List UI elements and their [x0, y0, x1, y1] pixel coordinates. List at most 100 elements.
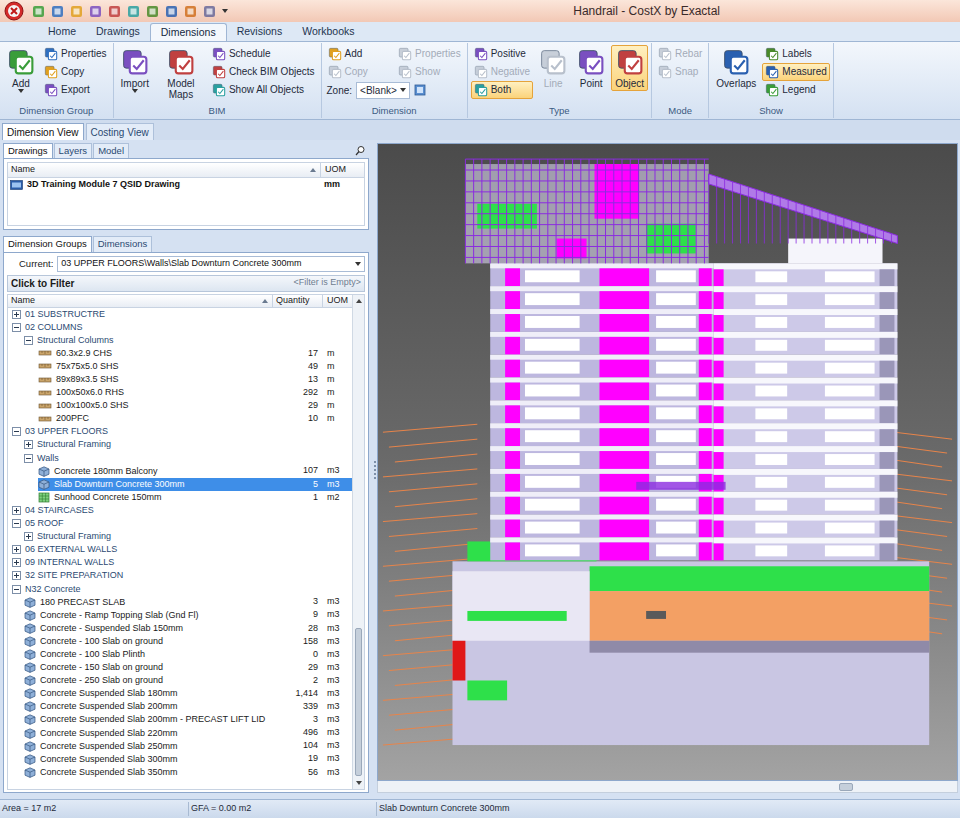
expand-icon[interactable] [12, 571, 21, 580]
expand-icon[interactable] [12, 506, 21, 515]
tree-item-row[interactable]: Concrete - 150 Slab on ground29m3 [8, 661, 352, 674]
tree-group-row[interactable]: 32 SITE PREPARATION [8, 569, 352, 582]
filter-bar[interactable]: Click to Filter<Filter is Empty> [7, 275, 365, 292]
collapse-icon[interactable] [24, 336, 33, 345]
ribbon-small-button[interactable]: Labels [762, 45, 829, 63]
tree-group-row[interactable]: 02 COLUMNS [8, 321, 352, 334]
collapse-icon[interactable] [12, 585, 21, 594]
panel-tab[interactable]: Model [93, 143, 129, 158]
ribbon-tab[interactable]: Home [38, 23, 86, 41]
viewport-hscrollbar[interactable] [377, 781, 958, 793]
tree-item-row[interactable]: 89x89x3.5 SHS13m [8, 373, 352, 386]
ribbon-small-button[interactable]: Legend [762, 81, 829, 99]
ribbon-small-button[interactable]: Show All Objects [209, 81, 318, 99]
expand-icon[interactable] [12, 558, 21, 567]
ribbon-small-button[interactable]: Show [395, 63, 464, 81]
tree-item-row[interactable]: Concrete Suspended Slab 180mm1,414m3 [8, 687, 352, 700]
app-logo-icon[interactable] [4, 1, 24, 21]
ribbon-small-button[interactable]: Copy [41, 63, 110, 81]
quick-access-icon[interactable] [51, 5, 64, 18]
ribbon-small-button[interactable]: Both [471, 81, 533, 99]
ribbon-small-button[interactable]: Schedule [209, 45, 318, 63]
ribbon-small-button[interactable]: Add [325, 45, 394, 63]
expand-icon[interactable] [24, 532, 33, 541]
current-group-dropdown[interactable]: 03 UPPER FLOORS\Walls\Slab Downturn Conc… [57, 256, 365, 272]
tree-group-row[interactable]: Structural Framing [8, 438, 352, 451]
ribbon-large-button[interactable]: Add [3, 45, 39, 95]
tree-item-row[interactable]: Concrete - 100 Slab Plinth0m3 [8, 648, 352, 661]
quick-access-icon[interactable] [146, 5, 159, 18]
quick-access-icon[interactable] [203, 5, 216, 18]
tree-item-row[interactable]: Slab Downturn Concrete 300mm5m3 [8, 478, 352, 491]
tree-item-row[interactable]: 100x100x5.0 SHS29m [8, 399, 352, 412]
tree-item-row[interactable]: Concrete Suspended Slab 300mm19m3 [8, 753, 352, 766]
ribbon-large-button[interactable]: Import [117, 45, 153, 95]
ribbon-large-button[interactable]: Overlaps [712, 45, 760, 91]
panel-tab[interactable]: Dimension Groups [3, 236, 92, 251]
drawing-row[interactable]: 3D Training Module 7 QSID Drawingmm [8, 178, 364, 192]
panel-tab[interactable]: Dimensions [93, 236, 153, 251]
tree-item-row[interactable]: Concrete - 250 Slab on ground2m3 [8, 674, 352, 687]
ribbon-small-button[interactable]: Export [41, 81, 110, 99]
tree-group-row[interactable]: Structural Columns [8, 334, 352, 347]
tree-item-row[interactable]: Sunhood Concrete 150mm1m2 [8, 491, 352, 504]
quick-access-icon[interactable] [70, 5, 83, 18]
tree-item-row[interactable]: Concrete Suspended Slab 350mm56m3 [8, 766, 352, 779]
hscroll-thumb[interactable] [839, 783, 853, 791]
quick-access-icon[interactable] [89, 5, 102, 18]
quick-access-icon[interactable] [127, 5, 140, 18]
tree-item-row[interactable]: Concrete Suspended Slab 250mm104m3 [8, 740, 352, 753]
tree-item-row[interactable]: Concrete - Ramp Topping Slab (Gnd Fl)9m3 [8, 609, 352, 622]
ribbon-small-button[interactable]: Snap [655, 63, 705, 81]
ribbon-tab[interactable]: Drawings [86, 23, 150, 41]
expand-icon[interactable] [12, 545, 21, 554]
tree-group-row[interactable]: 03 UPPER FLOORS [8, 425, 352, 438]
ribbon-small-button[interactable]: Copy [325, 63, 394, 81]
scroll-up-icon[interactable] [356, 299, 362, 303]
tree-item-row[interactable]: Concrete 180mm Balcony107m3 [8, 465, 352, 478]
view-tab[interactable]: Dimension View [2, 123, 84, 140]
ribbon-small-button[interactable]: Positive [471, 45, 533, 63]
collapse-icon[interactable] [24, 454, 33, 463]
tree-group-row[interactable]: Walls [8, 452, 352, 465]
quick-access-icon[interactable] [165, 5, 178, 18]
ribbon-large-button[interactable]: Point [573, 45, 609, 91]
ribbon-large-button[interactable]: Model Maps [155, 45, 207, 102]
ribbon-tab[interactable]: Dimensions [150, 23, 227, 41]
tree-item-row[interactable]: 200PFC10m [8, 412, 352, 425]
collapse-icon[interactable] [12, 323, 21, 332]
scroll-down-icon[interactable] [356, 781, 362, 785]
collapse-icon[interactable] [12, 427, 21, 436]
ribbon-tab[interactable]: Revisions [227, 23, 293, 41]
tree-group-row[interactable]: 09 INTERNAL WALLS [8, 556, 352, 569]
ribbon-small-button[interactable]: Measured [762, 63, 829, 81]
panel-tab[interactable]: Drawings [3, 143, 53, 158]
ribbon-tab[interactable]: Workbooks [292, 23, 364, 41]
quick-access-icon[interactable] [108, 5, 121, 18]
tree-group-row[interactable]: Structural Framing [8, 530, 352, 543]
tree-item-row[interactable]: Concrete Suspended Slab 200mm339m3 [8, 700, 352, 713]
expand-icon[interactable] [24, 440, 33, 449]
tree-group-row[interactable]: N32 Concrete [8, 582, 352, 595]
tree-item-row[interactable]: Concrete - 100 Slab on ground158m3 [8, 635, 352, 648]
ribbon-small-button[interactable]: Properties [395, 45, 464, 63]
tree-item-row[interactable]: 60.3x2.9 CHS17m [8, 347, 352, 360]
expand-icon[interactable] [12, 310, 21, 319]
ribbon-small-button[interactable]: Check BIM Objects [209, 63, 318, 81]
tree-item-row[interactable]: 100x50x6.0 RHS292m [8, 386, 352, 399]
zone-picker-icon[interactable] [414, 84, 426, 96]
quick-access-icon[interactable] [184, 5, 197, 18]
ribbon-small-button[interactable]: Properties [41, 45, 110, 63]
quick-access-icon[interactable] [32, 5, 45, 18]
view-tab[interactable]: Costing View [86, 123, 154, 140]
tree-item-row[interactable]: 180 PRECAST SLAB3m3 [8, 596, 352, 609]
ribbon-large-button[interactable]: Line [535, 45, 571, 91]
tree-item-row[interactable]: Concrete - Suspended Slab 150mm28m3 [8, 622, 352, 635]
tree-group-row[interactable]: 05 ROOF [8, 517, 352, 530]
tree-group-row[interactable]: 01 SUBSTRUCTRE [8, 308, 352, 321]
ribbon-large-button[interactable]: Object [611, 45, 648, 91]
collapse-icon[interactable] [12, 519, 21, 528]
building-3d-model[interactable] [378, 144, 957, 780]
tree-group-row[interactable]: 06 EXTERNAL WALLS [8, 543, 352, 556]
3d-viewport[interactable] [377, 143, 958, 781]
